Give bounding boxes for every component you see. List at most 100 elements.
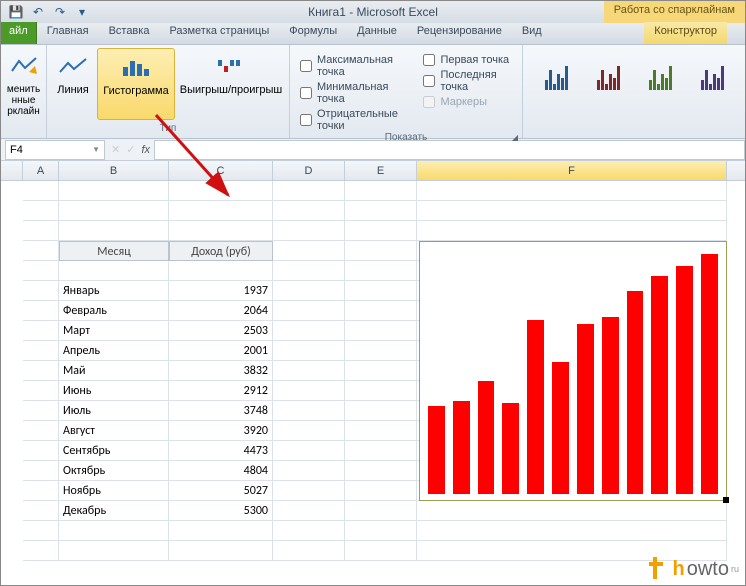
table-header-income[interactable]: Доход (руб) (169, 241, 273, 261)
select-all-corner[interactable] (1, 161, 23, 180)
cell[interactable] (345, 521, 417, 541)
fx-icon[interactable]: fx (141, 144, 150, 156)
cell[interactable] (23, 381, 59, 401)
tab-review[interactable]: Рецензирование (407, 22, 512, 44)
cell[interactable] (23, 421, 59, 441)
cell[interactable] (345, 301, 417, 321)
cell[interactable] (273, 281, 345, 301)
cell[interactable] (417, 181, 727, 201)
table-row[interactable]: 5027 (169, 481, 273, 501)
max-point-checkbox[interactable]: Максимальная точка (300, 54, 409, 78)
cell[interactable] (273, 481, 345, 501)
save-icon[interactable]: 💾 (7, 3, 25, 21)
last-point-checkbox[interactable]: Последняя точка (423, 69, 512, 93)
redo-icon[interactable]: ↷ (51, 3, 69, 21)
table-row[interactable]: Май (59, 361, 169, 381)
histogram-type-button[interactable]: Гистограмма (97, 48, 175, 120)
cell[interactable] (417, 521, 727, 541)
cell[interactable] (345, 201, 417, 221)
cell[interactable] (273, 341, 345, 361)
edit-data-button[interactable]: менить нные рклайн (5, 48, 42, 120)
name-box[interactable]: F4▼ (5, 140, 105, 160)
cell[interactable] (23, 481, 59, 501)
cell[interactable] (23, 361, 59, 381)
cell[interactable] (273, 321, 345, 341)
cell[interactable] (345, 341, 417, 361)
winloss-type-button[interactable]: Выигрыш/проигрыш (177, 48, 285, 120)
table-row[interactable]: Июль (59, 401, 169, 421)
min-point-checkbox[interactable]: Минимальная точка (300, 81, 409, 105)
cell[interactable] (59, 541, 169, 561)
undo-icon[interactable]: ↶ (29, 3, 47, 21)
tab-page-layout[interactable]: Разметка страницы (159, 22, 279, 44)
col-header[interactable]: D (273, 161, 345, 180)
cell[interactable] (23, 501, 59, 521)
cell[interactable] (345, 381, 417, 401)
file-tab[interactable]: айл (1, 22, 37, 44)
worksheet[interactable]: A B C D E F МесяцДоход (руб)Январь1937Фе… (1, 161, 745, 181)
cell[interactable] (345, 221, 417, 241)
table-row[interactable]: 5300 (169, 501, 273, 521)
style-option[interactable] (689, 58, 735, 90)
table-row[interactable]: 3832 (169, 361, 273, 381)
cell[interactable] (345, 461, 417, 481)
col-header[interactable]: A (23, 161, 59, 180)
cell[interactable] (59, 521, 169, 541)
cell[interactable] (273, 381, 345, 401)
table-row[interactable]: Ноябрь (59, 481, 169, 501)
table-row[interactable]: 4473 (169, 441, 273, 461)
sparkline-column-chart[interactable] (419, 241, 727, 501)
cell[interactable] (345, 421, 417, 441)
tab-insert[interactable]: Вставка (99, 22, 160, 44)
cell[interactable] (345, 401, 417, 421)
neg-point-checkbox[interactable]: Отрицательные точки (300, 108, 409, 132)
cell[interactable] (273, 501, 345, 521)
table-row[interactable]: 4804 (169, 461, 273, 481)
sparkline-style-gallery[interactable] (527, 48, 741, 100)
cell[interactable] (273, 421, 345, 441)
tab-view[interactable]: Вид (512, 22, 552, 44)
tab-formulas[interactable]: Формулы (279, 22, 347, 44)
cell[interactable] (59, 221, 169, 241)
cell[interactable] (345, 441, 417, 461)
table-row[interactable]: 3748 (169, 401, 273, 421)
table-row[interactable]: 2503 (169, 321, 273, 341)
cell[interactable] (345, 541, 417, 561)
col-header[interactable]: F (417, 161, 727, 180)
table-row[interactable]: 1937 (169, 281, 273, 301)
dialog-launcher-icon[interactable]: ◢ (512, 133, 518, 142)
chevron-down-icon[interactable]: ▼ (92, 145, 100, 154)
cell[interactable] (273, 441, 345, 461)
table-row[interactable]: Июнь (59, 381, 169, 401)
table-row[interactable]: 2001 (169, 341, 273, 361)
table-row[interactable]: Сентябрь (59, 441, 169, 461)
cell[interactable] (59, 201, 169, 221)
cell[interactable] (169, 261, 273, 281)
cell[interactable] (169, 541, 273, 561)
cell[interactable] (417, 501, 727, 521)
cell[interactable] (23, 261, 59, 281)
table-row[interactable]: Февраль (59, 301, 169, 321)
cell[interactable] (23, 321, 59, 341)
line-type-button[interactable]: Линия (51, 48, 95, 120)
table-row[interactable]: Январь (59, 281, 169, 301)
cell[interactable] (23, 341, 59, 361)
table-row[interactable]: 2912 (169, 381, 273, 401)
cell[interactable] (169, 201, 273, 221)
cell[interactable] (23, 181, 59, 201)
cell[interactable] (59, 261, 169, 281)
cell[interactable] (345, 261, 417, 281)
cell[interactable] (23, 281, 59, 301)
table-row[interactable]: Октябрь (59, 461, 169, 481)
cell[interactable] (417, 201, 727, 221)
col-header[interactable]: B (59, 161, 169, 180)
style-option[interactable] (533, 58, 579, 90)
cell[interactable] (23, 301, 59, 321)
qat-customize-icon[interactable]: ▾ (73, 3, 91, 21)
cell[interactable] (23, 521, 59, 541)
cell[interactable] (417, 221, 727, 241)
cell[interactable] (273, 201, 345, 221)
cell[interactable] (345, 281, 417, 301)
cell[interactable] (273, 401, 345, 421)
cell[interactable] (23, 441, 59, 461)
